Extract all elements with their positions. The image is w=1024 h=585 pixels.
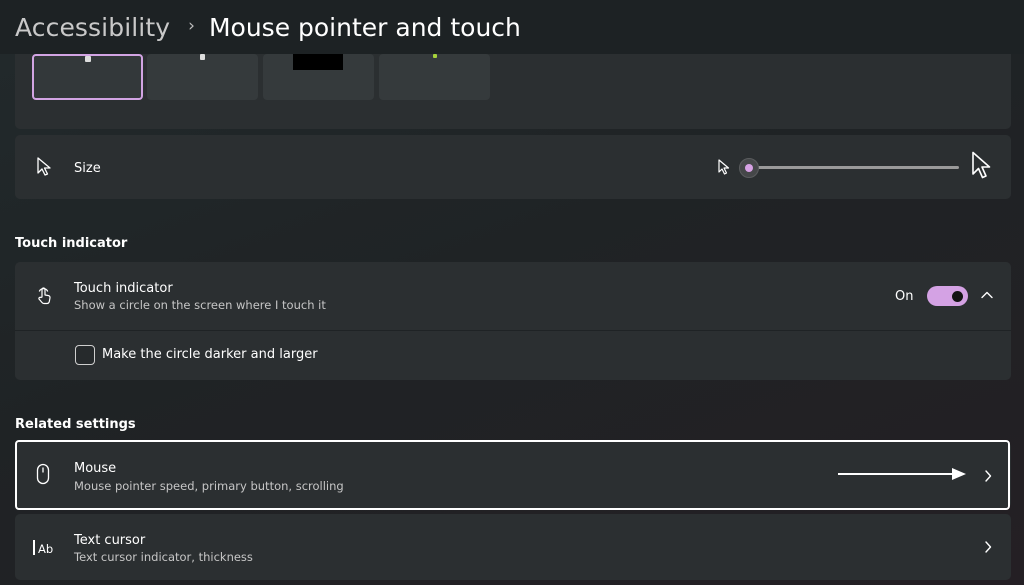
- pointer-style-custom[interactable]: [379, 54, 490, 100]
- highlight-box: [15, 440, 1010, 510]
- size-slider-thumb[interactable]: [739, 158, 759, 178]
- chevron-up-icon[interactable]: [980, 290, 994, 300]
- breadcrumb-chevron-icon: ›: [188, 16, 195, 36]
- touch-indicator-card: [15, 262, 1011, 380]
- darker-circle-checkbox[interactable]: [75, 345, 95, 365]
- divider: [15, 330, 1011, 331]
- text-cursor-title: Text cursor: [74, 533, 146, 548]
- pointer-style-black[interactable]: [147, 54, 258, 100]
- related-settings-heading: Related settings: [15, 417, 136, 432]
- settings-page: Accessibility › Mouse pointer and touch …: [0, 0, 1024, 585]
- large-pointer-icon: [972, 151, 991, 179]
- text-cursor-settings-link[interactable]: [15, 514, 1011, 580]
- mouse-title: Mouse: [74, 461, 117, 476]
- size-label: Size: [74, 161, 101, 176]
- touch-indicator-heading: Touch indicator: [15, 236, 128, 251]
- pointer-style-card: [15, 44, 1011, 129]
- mouse-icon: [36, 463, 50, 485]
- size-slider-track[interactable]: [745, 166, 959, 169]
- pointer-icon: [37, 157, 51, 176]
- page-title: Mouse pointer and touch: [208, 12, 521, 42]
- chevron-right-icon[interactable]: [983, 540, 993, 554]
- small-pointer-icon: [718, 159, 730, 175]
- touch-indicator-title: Touch indicator: [74, 281, 173, 296]
- breadcrumb-accessibility[interactable]: Accessibility: [15, 13, 170, 42]
- chevron-right-icon[interactable]: [983, 469, 993, 483]
- touch-indicator-toggle[interactable]: [927, 286, 968, 306]
- breadcrumb: Accessibility › Mouse pointer and touch: [0, 0, 1024, 54]
- text-cursor-description: Text cursor indicator, thickness: [74, 550, 253, 564]
- mouse-description: Mouse pointer speed, primary button, scr…: [74, 479, 344, 493]
- darker-circle-label: Make the circle darker and larger: [102, 347, 318, 362]
- pointer-style-white[interactable]: [32, 54, 143, 100]
- annotation-arrow-icon: [952, 468, 966, 480]
- text-cursor-icon: Ab: [33, 540, 53, 556]
- svg-text:Ab: Ab: [38, 542, 53, 556]
- toggle-state-label: On: [895, 289, 914, 304]
- annotation-arrow-line: [838, 473, 956, 475]
- touch-indicator-description: Show a circle on the screen where I touc…: [74, 298, 326, 312]
- pointer-style-inverted[interactable]: [263, 54, 374, 100]
- touch-icon: [38, 287, 51, 305]
